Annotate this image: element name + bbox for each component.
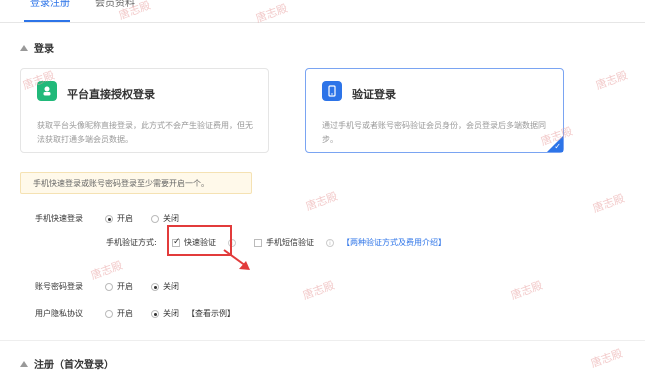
view-example-link[interactable]: 【查看示例】: [187, 308, 235, 319]
login-option-platform-auth[interactable]: 平台直接授权登录 获取平台头像昵称直接登录，此方式不会产生验证费用，但无法获取打…: [20, 68, 269, 153]
active-tab-indicator: [24, 20, 70, 22]
radio-off[interactable]: [151, 282, 159, 291]
card-title: 平台直接授权登录: [67, 88, 155, 101]
sms-verify-label[interactable]: 手机短信验证: [266, 237, 314, 248]
verify-method-row: 手机验证方式: 快速验证 i 手机短信验证 i 【两种验证方式及费用介绍】: [106, 237, 446, 248]
section-register-header[interactable]: 注册（首次登录）: [20, 356, 114, 371]
watermark: 唐志殿: [590, 191, 627, 216]
pointer-arrow-icon: [223, 249, 250, 270]
divider: [0, 340, 645, 341]
phone-fast-login-row: 手机快速登录 开启 关闭: [35, 213, 179, 224]
card-description: 获取平台头像昵称直接登录，此方式不会产生验证费用，但无法获取打通多端会员数据。: [37, 121, 253, 144]
card-title: 验证登录: [352, 88, 396, 101]
section-login-title: 登录: [34, 44, 54, 55]
privacy-label: 用户隐私协议: [35, 309, 83, 318]
watermark: 唐志殿: [300, 278, 337, 303]
phone-fast-login-label: 手机快速登录: [35, 214, 83, 223]
notice-banner: 手机快速登录或账号密码登录至少需要开启一个。: [20, 172, 252, 194]
section-register-title: 注册（首次登录）: [34, 360, 114, 371]
watermark: 唐志殿: [88, 258, 125, 283]
privacy-row: 用户隐私协议 开启 关闭 【查看示例】: [35, 308, 235, 319]
radio-on-label[interactable]: 开启: [117, 213, 133, 224]
sms-verify-checkbox[interactable]: [254, 238, 262, 247]
verify-method-label: 手机验证方式:: [106, 238, 157, 247]
card-description: 通过手机号或者账号密码验证会员身份，会员登录后多端数据同步。: [322, 121, 546, 144]
collapse-icon: [20, 360, 28, 367]
radio-off[interactable]: [151, 309, 159, 318]
watermark: 唐志殿: [303, 189, 340, 214]
radio-on-label[interactable]: 开启: [117, 308, 133, 319]
account-login-row: 账号密码登录 开启 关闭: [35, 281, 179, 292]
phone-icon: [322, 81, 342, 101]
collapse-icon: [20, 44, 28, 51]
radio-on[interactable]: [105, 309, 113, 318]
radio-off-label[interactable]: 关闭: [163, 281, 179, 292]
radio-off-label[interactable]: 关闭: [163, 213, 179, 224]
verify-fee-link[interactable]: 【两种验证方式及费用介绍】: [342, 237, 446, 248]
info-icon[interactable]: i: [326, 238, 334, 247]
tab-login-register[interactable]: 登录注册: [30, 0, 70, 9]
watermark: 唐志殿: [508, 278, 545, 303]
tab-bar: 登录注册 会员资料: [0, 0, 645, 23]
watermark: 唐志殿: [588, 346, 625, 371]
radio-off[interactable]: [151, 214, 159, 223]
radio-off-label[interactable]: 关闭: [163, 308, 179, 319]
radio-on-label[interactable]: 开启: [117, 281, 133, 292]
watermark: 唐志殿: [593, 68, 630, 93]
section-login-header[interactable]: 登录: [20, 40, 54, 55]
login-option-verify[interactable]: 验证登录 通过手机号或者账号密码验证会员身份，会员登录后多端数据同步。 ✓: [305, 68, 564, 153]
radio-on[interactable]: [105, 282, 113, 291]
radio-on[interactable]: [105, 214, 113, 223]
